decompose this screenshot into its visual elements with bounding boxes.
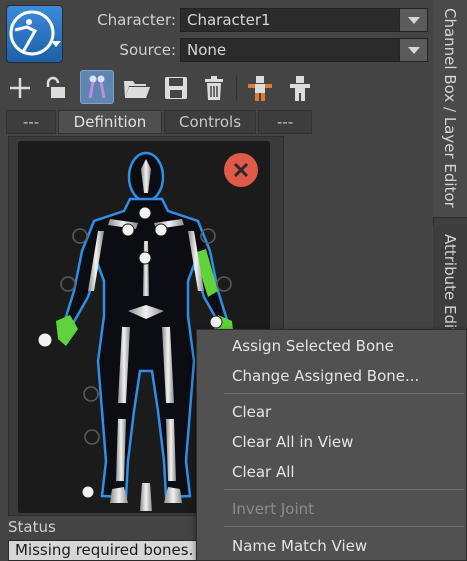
menu-item-invert-joint[interactable]: Invert Joint — [232, 500, 314, 518]
tab-attribute-editor[interactable]: Attribute Editor — [433, 226, 467, 336]
save-button[interactable] — [162, 74, 190, 102]
source-dropdown-value: None — [187, 41, 227, 59]
menu-separator — [224, 393, 464, 394]
tab-channel-box[interactable]: Channel Box / Layer Editor — [433, 0, 467, 218]
status-message: Missing required bones. — [8, 540, 208, 561]
add-button[interactable] — [6, 74, 34, 102]
source-dropdown-arrow[interactable] — [399, 39, 427, 61]
status-label: Status — [8, 518, 56, 536]
chevron-down-icon — [408, 17, 420, 24]
save-icon — [165, 77, 187, 99]
tab-empty-right-label: --- — [276, 113, 294, 131]
toolbar-divider — [236, 76, 237, 100]
tab-definition-label: Definition — [73, 113, 147, 131]
menu-item-name-match-view[interactable]: Name Match View — [232, 537, 367, 555]
character-label: Character: — [97, 11, 176, 29]
tab-empty-left[interactable]: --- — [6, 110, 56, 134]
delete-button[interactable] — [200, 74, 228, 102]
tab-attribute-editor-label: Attribute Editor — [441, 234, 459, 336]
character-dropdown-value: Character1 — [187, 11, 271, 29]
menu-item-assign-selected-bone[interactable]: Assign Selected Bone — [232, 337, 394, 355]
add-icon — [10, 78, 30, 98]
lock-button[interactable] — [42, 74, 70, 102]
character-pose-button[interactable] — [246, 74, 274, 102]
menu-item-clear-all-in-view[interactable]: Clear All in View — [232, 433, 353, 451]
skeleton-tool-button[interactable] — [80, 70, 114, 104]
character-pose-icon — [248, 76, 272, 101]
character-dropdown[interactable]: Character1 — [180, 8, 428, 32]
close-icon — [233, 162, 249, 178]
skeleton-tool-icon — [88, 75, 106, 99]
character-pose-alt-button[interactable] — [286, 74, 314, 102]
folder-open-icon — [124, 81, 150, 98]
tab-controls[interactable]: Controls — [164, 110, 256, 134]
tab-channel-box-label: Channel Box / Layer Editor — [441, 8, 459, 208]
tab-definition[interactable]: Definition — [58, 110, 162, 134]
character-pose-alt-icon — [290, 76, 310, 101]
tab-controls-label: Controls — [178, 113, 242, 131]
open-button[interactable] — [122, 74, 150, 102]
lock-icon — [46, 76, 65, 98]
menu-separator — [224, 489, 464, 490]
close-view-button[interactable] — [224, 153, 258, 187]
tab-empty-right[interactable]: --- — [258, 110, 312, 134]
chevron-down-icon — [408, 47, 420, 54]
source-dropdown[interactable]: None — [180, 38, 428, 62]
character-dropdown-arrow[interactable] — [399, 9, 427, 31]
menu-item-change-assigned-bone[interactable]: Change Assigned Bone... — [232, 367, 419, 385]
menu-item-clear-all[interactable]: Clear All — [232, 463, 295, 481]
menu-separator — [224, 526, 464, 527]
menu-item-clear[interactable]: Clear — [232, 403, 271, 421]
tab-empty-left-label: --- — [22, 113, 40, 131]
trash-icon — [205, 76, 223, 100]
source-label: Source: — [119, 41, 176, 59]
